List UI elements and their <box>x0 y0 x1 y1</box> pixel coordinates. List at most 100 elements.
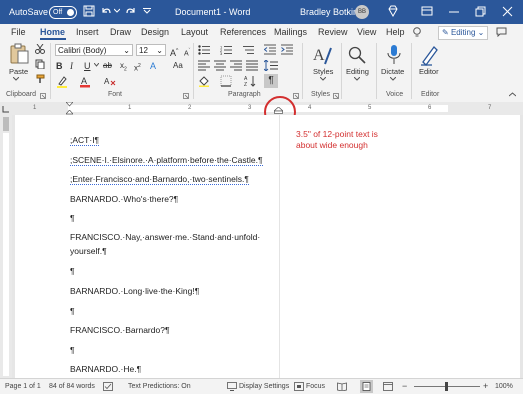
styles-icon[interactable]: A <box>313 44 333 66</box>
paragraph-line[interactable]: BARNARDO.·Long·live·the·King!¶ <box>70 286 199 296</box>
tab-references[interactable]: References <box>220 27 266 37</box>
editor-icon[interactable] <box>420 44 440 66</box>
decrease-indent-icon[interactable] <box>264 44 276 55</box>
change-case-icon[interactable]: Aa <box>173 60 183 72</box>
cut-icon[interactable] <box>35 44 45 54</box>
superscript-icon[interactable]: x2 <box>134 60 141 75</box>
underline-icon[interactable]: U <box>84 60 91 72</box>
display-settings-icon[interactable] <box>227 382 237 391</box>
tab-review[interactable]: Review <box>318 27 348 37</box>
diamond-icon[interactable] <box>387 5 399 17</box>
paragraph-act[interactable]: ;ACT·I¶ <box>70 135 100 146</box>
subscript-icon[interactable]: x2 <box>120 60 127 76</box>
paragraph-line-continued[interactable]: yourself.¶ <box>70 246 107 256</box>
comment-icon[interactable] <box>496 27 507 37</box>
lightbulb-icon[interactable] <box>412 27 422 38</box>
undo-icon[interactable] <box>100 5 112 17</box>
chevron-down-icon[interactable] <box>354 77 360 81</box>
paragraph-empty[interactable]: ¶ <box>70 213 75 223</box>
tab-view[interactable]: View <box>357 27 376 37</box>
copy-icon[interactable] <box>35 59 45 69</box>
tab-home[interactable]: Home <box>40 27 65 37</box>
shrink-font-icon[interactable]: Aˇ <box>184 45 190 60</box>
avatar[interactable]: BB <box>355 5 369 19</box>
customize-toolbar-icon[interactable] <box>143 8 151 14</box>
italic-icon[interactable]: I <box>70 60 73 72</box>
justify-icon[interactable] <box>246 60 258 71</box>
clipboard-launcher-icon[interactable] <box>40 93 46 99</box>
align-left-icon[interactable] <box>198 60 210 71</box>
show-formatting-marks-button[interactable]: ¶ <box>264 74 278 88</box>
editing-mode-button[interactable]: ✎ Editing ⌄ <box>438 26 489 40</box>
restore-icon[interactable] <box>475 6 486 17</box>
microphone-icon[interactable] <box>386 44 402 66</box>
paragraph-empty[interactable]: ¶ <box>70 345 75 355</box>
numbering-icon[interactable]: 123 <box>220 45 234 55</box>
collapse-ribbon-icon[interactable] <box>509 92 516 97</box>
tab-mailings[interactable]: Mailings <box>274 27 307 37</box>
word-count[interactable]: 84 of 84 words <box>49 383 95 390</box>
print-layout-button[interactable] <box>360 380 373 393</box>
bullets-icon[interactable] <box>198 45 212 55</box>
bold-icon[interactable]: B <box>56 60 63 72</box>
text-effects-icon[interactable]: A <box>150 60 156 72</box>
redo-icon[interactable] <box>125 5 137 17</box>
zoom-slider-thumb[interactable] <box>445 382 448 391</box>
tab-draw[interactable]: Draw <box>110 27 131 37</box>
styles-button-label[interactable]: Styles <box>313 67 333 76</box>
dictate-button-label[interactable]: Dictate <box>381 67 404 76</box>
page-count[interactable]: Page 1 of 1 <box>5 383 41 390</box>
paragraph-empty[interactable]: ¶ <box>70 266 75 276</box>
clear-formatting-icon[interactable]: A <box>104 75 116 87</box>
tab-insert[interactable]: Insert <box>76 27 99 37</box>
paste-button-label[interactable]: Paste <box>9 67 28 76</box>
font-launcher-icon[interactable] <box>183 93 189 99</box>
font-size-combo[interactable]: 12 ⌄ <box>136 44 166 56</box>
close-icon[interactable] <box>502 6 513 17</box>
display-settings-label[interactable]: Display Settings <box>239 383 289 390</box>
paste-icon[interactable] <box>9 43 29 65</box>
user-name[interactable]: Bradley Botkin <box>300 7 358 17</box>
tab-help[interactable]: Help <box>386 27 405 37</box>
document-page[interactable]: ;ACT·I¶ ;SCENE·I.·Elsinore.·A·platform·b… <box>15 115 520 378</box>
font-name-combo[interactable]: Calibri (Body) ⌄ <box>55 44 133 56</box>
shading-icon[interactable] <box>198 75 210 87</box>
paragraph-line[interactable]: BARNARDO.·Who's·there?¶ <box>70 194 178 204</box>
chevron-down-icon[interactable] <box>94 63 99 67</box>
save-icon[interactable] <box>83 5 95 17</box>
tab-selector-icon[interactable] <box>2 105 10 113</box>
paste-dropdown-icon[interactable] <box>13 77 19 81</box>
minimize-icon[interactable] <box>449 11 459 13</box>
ribbon-display-icon[interactable] <box>421 5 433 17</box>
tab-layout[interactable]: Layout <box>181 27 208 37</box>
sort-icon[interactable]: AZ <box>244 75 256 87</box>
align-right-icon[interactable] <box>230 60 242 71</box>
align-center-icon[interactable] <box>214 60 226 71</box>
tab-file[interactable]: File <box>11 27 26 37</box>
borders-icon[interactable] <box>220 75 232 87</box>
zoom-in-button[interactable]: + <box>483 381 488 391</box>
paragraph-line[interactable]: BARNARDO.·He.¶ <box>70 364 141 374</box>
horizontal-ruler[interactable]: 1 1 2 3 4 5 6 7 <box>0 102 523 115</box>
undo-dropdown-icon[interactable] <box>114 8 120 13</box>
editing-button-label[interactable]: Editing <box>346 67 369 76</box>
format-painter-icon[interactable] <box>35 74 45 84</box>
focus-icon[interactable] <box>294 382 304 391</box>
highlight-icon[interactable] <box>56 76 68 88</box>
find-icon[interactable] <box>347 45 367 65</box>
autosave-toggle[interactable]: Off <box>49 6 77 19</box>
editor-button-label[interactable]: Editor <box>419 67 439 76</box>
tab-design[interactable]: Design <box>141 27 169 37</box>
paragraph-line[interactable]: FRANCISCO.·Barnardo?¶ <box>70 325 170 335</box>
styles-launcher-icon[interactable] <box>333 93 339 99</box>
proofing-icon[interactable] <box>103 382 113 391</box>
grow-font-icon[interactable]: A^ <box>170 45 178 59</box>
focus-label[interactable]: Focus <box>306 383 325 390</box>
multilevel-list-icon[interactable] <box>242 45 256 55</box>
increase-indent-icon[interactable] <box>281 44 293 55</box>
text-predictions-status[interactable]: Text Predictions: On <box>128 383 191 390</box>
chevron-down-icon[interactable] <box>320 77 326 81</box>
paragraph-empty[interactable]: ¶ <box>70 306 75 316</box>
vertical-ruler[interactable] <box>0 115 12 378</box>
zoom-out-button[interactable]: − <box>402 381 407 391</box>
